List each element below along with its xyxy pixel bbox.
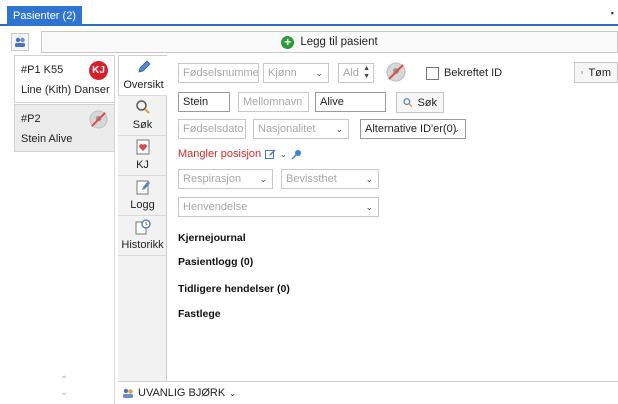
bevissthet-select[interactable]: Bevissthet ⌄ — [281, 169, 379, 189]
tab-strip: Pasienter (2) ▪ — [0, 0, 618, 26]
overflow-icon[interactable]: ▪ — [611, 8, 614, 18]
chevron-down-icon: ⌄ — [229, 388, 236, 398]
patient-name: Line (Kith) Danser — [21, 84, 110, 96]
bekreftet-checkbox[interactable] — [426, 67, 439, 80]
tab-patients[interactable]: Pasienter (2) — [7, 6, 82, 26]
patient-toolbar: + Legg til pasient — [7, 31, 618, 53]
fodselsnummer-field[interactable]: Fødselsnummer — [178, 63, 259, 83]
fodselsdato-field[interactable]: Fødselsdato — [178, 119, 246, 139]
etternavn-field[interactable]: Alive — [315, 92, 386, 112]
bevissthet-placeholder: Bevissthet — [286, 173, 337, 185]
section-pasientlogg[interactable]: Pasientlogg (0) — [178, 256, 253, 268]
nav-item-logg[interactable]: Logg — [118, 176, 167, 216]
magnifier-icon — [136, 100, 150, 114]
nav-label: Logg — [130, 199, 155, 211]
patient-item[interactable]: #P2 Stein Alive — [14, 104, 115, 152]
team-label: UVANLIG BJØRK — [138, 387, 226, 399]
section-fastlege[interactable]: Fastlege — [178, 308, 221, 320]
nasjonalitet-placeholder: Nasjonalitet — [258, 123, 316, 135]
spinner-icon[interactable]: ▲ ▼ — [363, 65, 370, 81]
alder-field[interactable]: Ald ▲ ▼ — [338, 63, 374, 83]
nav-label: Historikk — [121, 239, 164, 251]
section-tidligere-hendelser[interactable]: Tidligere hendelser (0) — [178, 283, 290, 295]
search-button[interactable]: Søk — [396, 92, 444, 113]
search-icon — [403, 98, 413, 108]
history-icon — [135, 219, 151, 235]
pin-icon[interactable] — [291, 149, 302, 160]
no-position-icon — [89, 110, 108, 129]
fornavn-field[interactable]: Stein — [178, 92, 230, 112]
kjonn-placeholder: Kjønn — [268, 67, 297, 79]
app-window: Pasienter (2) ▪ + Legg til pasient #P1 K… — [0, 0, 618, 404]
nav-item-oversikt[interactable]: Oversikt — [118, 55, 167, 96]
chevron-down-icon: ⌄ — [315, 68, 323, 78]
add-patient-label: Legg til pasient — [300, 36, 378, 48]
kj-badge-icon: KJ — [89, 61, 108, 80]
patient-id: #P2 — [21, 113, 41, 125]
respirasjon-select[interactable]: Respirasjon ⌄ — [178, 169, 273, 189]
missing-position-text: Mangler posisjon — [178, 148, 262, 160]
respirasjon-placeholder: Respirasjon — [183, 173, 242, 185]
chevron-down-icon: ⌄ — [365, 174, 373, 184]
patient-overview-panel: Fødselsnummer Kjønn ⌄ Ald ▲ ▼ Bekreftet I… — [168, 55, 618, 381]
heart-document-icon — [136, 139, 150, 155]
bottom-bar: UVANLIG BJØRK ⌄ — [118, 381, 618, 404]
missing-position-row: Mangler posisjon ⌄ — [178, 146, 302, 162]
patient-id: #P1 K55 — [21, 64, 64, 76]
add-patient-button[interactable]: + Legg til pasient — [41, 31, 618, 53]
section-kjernejournal[interactable]: Kjernejournal — [178, 232, 246, 244]
clear-button[interactable]: Tøm — [574, 62, 618, 83]
clear-label: Tøm — [588, 66, 611, 79]
chevron-down-icon: ⌄ — [335, 124, 343, 134]
nav-label: KJ — [136, 159, 149, 171]
alternative-ids-label: Alternative ID'er(0) — [365, 123, 457, 135]
henvendelse-select[interactable]: Henvendelse ⌄ — [178, 197, 379, 217]
vertical-nav: Oversikt Søk KJ Logg Historikk — [118, 55, 167, 381]
chevron-down-icon: ⌄ — [452, 124, 460, 134]
nav-item-kj[interactable]: KJ — [118, 136, 167, 176]
patient-name: Stein Alive — [21, 133, 73, 145]
search-label: Søk — [417, 96, 437, 109]
chevron-down-icon: ⌄ — [365, 202, 373, 212]
nav-label: Oversikt — [123, 79, 164, 91]
nav-item-sok[interactable]: Søk — [118, 96, 167, 136]
nav-item-historikk[interactable]: Historikk — [118, 216, 167, 256]
pencil-icon — [138, 60, 151, 73]
patient-list: #P1 K55 Line (Kith) Danser KJ #P2 Stein … — [14, 55, 115, 404]
nasjonalitet-select[interactable]: Nasjonalitet ⌄ — [253, 119, 349, 139]
alternative-ids-select[interactable]: Alternative ID'er(0) ⌄ — [360, 119, 466, 139]
patient-item[interactable]: #P1 K55 Line (Kith) Danser KJ — [14, 55, 115, 103]
team-icon — [123, 388, 133, 398]
chevron-down-icon: ⌄ — [259, 174, 267, 184]
chevron-down-icon[interactable]: ⌄ — [280, 150, 287, 159]
no-position-icon[interactable] — [386, 62, 406, 82]
plus-icon: + — [281, 35, 295, 49]
kjonn-select[interactable]: Kjønn ⌄ — [263, 63, 329, 83]
bekreftet-label: Bekreftet ID — [444, 67, 503, 79]
edit-document-icon — [136, 180, 150, 195]
alder-placeholder: Ald — [343, 67, 359, 79]
mellomnavn-field[interactable]: Mellomnavn — [238, 92, 309, 112]
settings-button[interactable] — [11, 33, 29, 51]
henvendelse-placeholder: Henvendelse — [183, 201, 248, 213]
list-scroll-arrows[interactable]: ⌃ ⌄ — [60, 375, 68, 399]
group-icon — [15, 37, 25, 47]
nav-label: Søk — [132, 119, 153, 131]
team-selector[interactable]: UVANLIG BJØRK ⌄ — [122, 387, 236, 399]
trash-icon — [581, 71, 584, 74]
edit-position-icon[interactable] — [265, 149, 276, 160]
